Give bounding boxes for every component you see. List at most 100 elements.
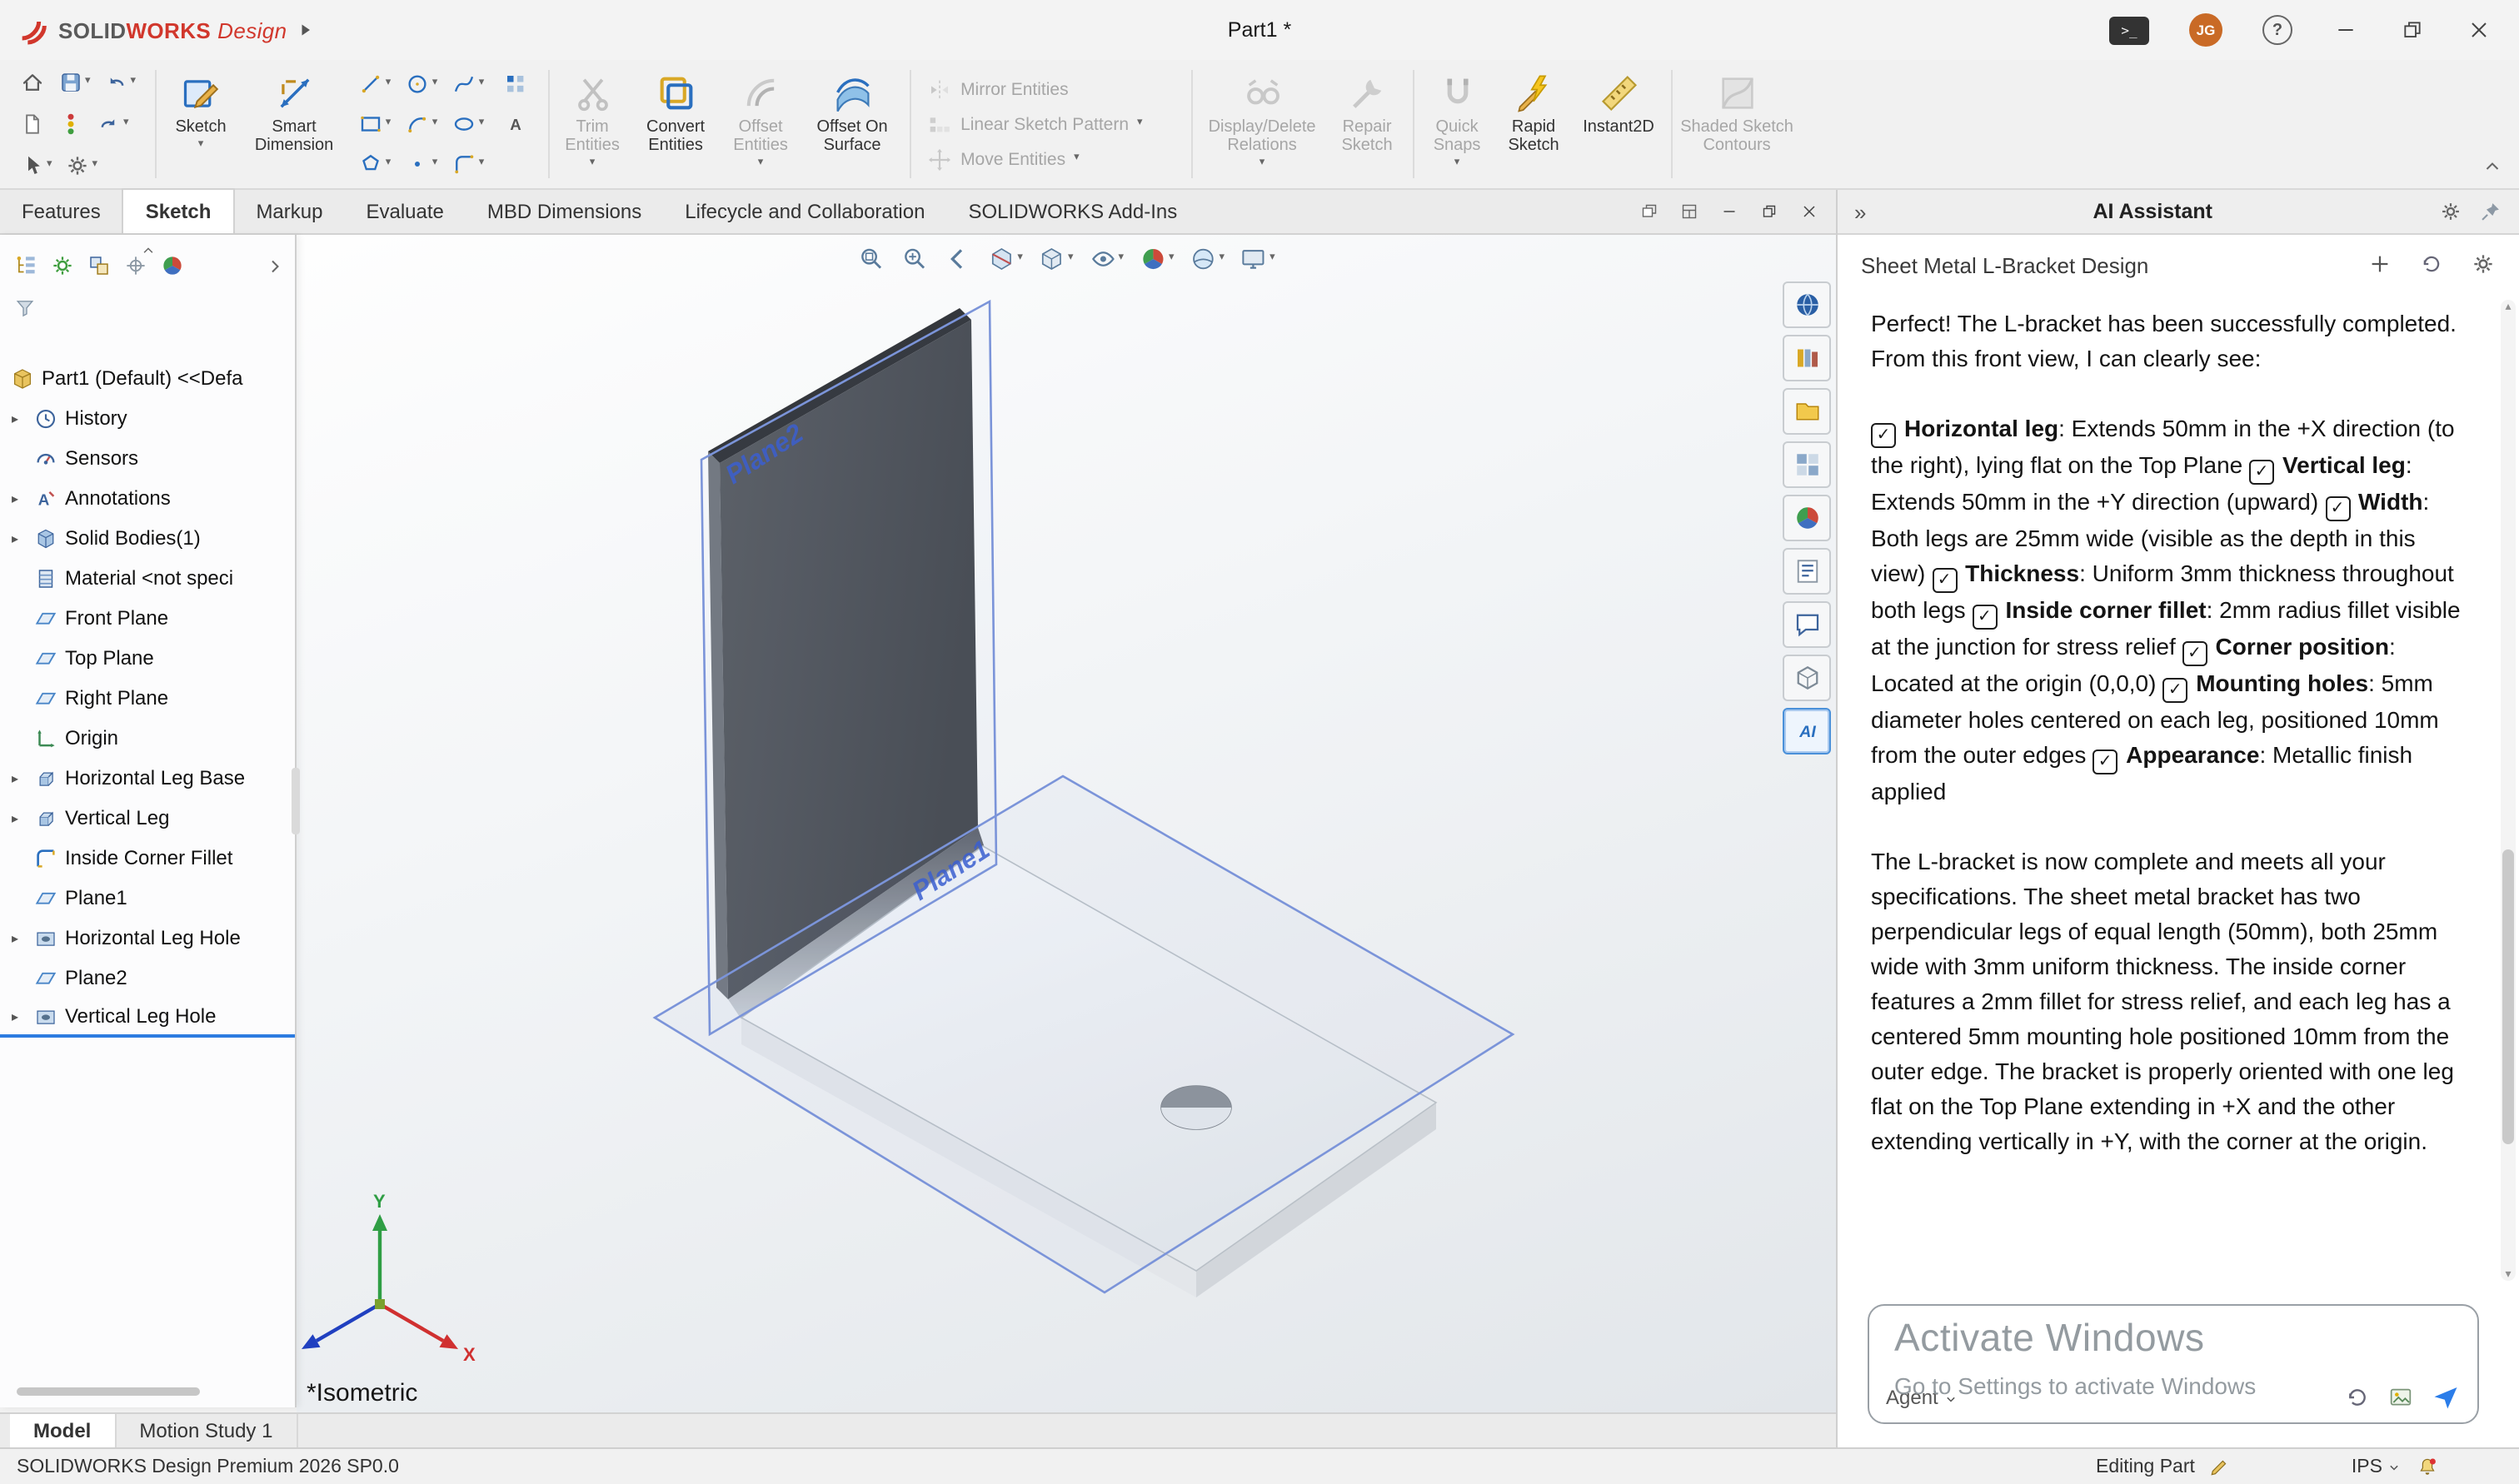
tab-features[interactable]: Features bbox=[0, 190, 122, 233]
smart-dimension-button[interactable]: Smart Dimension bbox=[241, 63, 347, 185]
polygon-tool-button[interactable]: ▾ bbox=[352, 144, 397, 184]
tree-item-vertical-leg-hole[interactable]: ▸Vertical Leg Hole bbox=[0, 998, 295, 1038]
tree-item-material-not-speci[interactable]: Material <not speci bbox=[0, 558, 295, 598]
zoom-area-button[interactable] bbox=[900, 245, 929, 273]
point-tool-tool-button[interactable]: ▾ bbox=[399, 144, 444, 184]
view-settings-button[interactable]: ▾ bbox=[1240, 245, 1275, 273]
redo-button[interactable]: ▾ bbox=[97, 112, 129, 137]
flyout-arrow-icon[interactable] bbox=[296, 15, 316, 45]
undo-button[interactable]: ▾ bbox=[104, 70, 137, 95]
expand-arrow-icon[interactable]: ▸ bbox=[12, 810, 18, 825]
configmgr-tab[interactable] bbox=[87, 251, 112, 281]
tree-item-annotations[interactable]: ▸AAnnotations bbox=[0, 478, 295, 518]
shaded-sketch-contours-button[interactable]: Shaded Sketch Contours bbox=[1677, 63, 1797, 185]
zoom-fit-button[interactable] bbox=[857, 245, 885, 273]
tab-evaluate[interactable]: Evaluate bbox=[344, 190, 465, 233]
instant2d-button[interactable]: Instant2D bbox=[1572, 63, 1665, 185]
doc-cascade-button[interactable] bbox=[1639, 197, 1659, 227]
chat-history-button[interactable] bbox=[2419, 250, 2444, 280]
section-view-button[interactable]: ▾ bbox=[987, 245, 1023, 273]
notifications-button[interactable] bbox=[2416, 1455, 2439, 1478]
spline-tool-button[interactable]: ▾ bbox=[446, 64, 491, 104]
tree-item-sensors[interactable]: Sensors bbox=[0, 438, 295, 478]
expand-arrow-icon[interactable]: ▸ bbox=[12, 530, 18, 545]
move-entities-button[interactable]: Move Entities▾ bbox=[925, 146, 1175, 172]
tree-item-plane2[interactable]: Plane2 bbox=[0, 958, 295, 998]
design-library-tab[interactable] bbox=[1783, 335, 1831, 381]
text-tool-tool-button[interactable]: A bbox=[492, 104, 537, 144]
chat-settings-button[interactable] bbox=[2471, 250, 2496, 280]
ai-header-pin-button[interactable] bbox=[2479, 197, 2502, 227]
tree-item-history[interactable]: ▸History bbox=[0, 398, 295, 438]
tree-item-inside-corner-fillet[interactable]: Inside Corner Fillet bbox=[0, 838, 295, 878]
edit-document-button[interactable] bbox=[2208, 1455, 2232, 1478]
pattern-tool-button[interactable] bbox=[492, 64, 537, 104]
arc-tool-button[interactable]: ▾ bbox=[399, 104, 444, 144]
panel-splitter-handle[interactable] bbox=[292, 768, 300, 834]
fillet-tool-button[interactable]: ▾ bbox=[446, 144, 491, 184]
tree-item-origin[interactable]: Origin bbox=[0, 718, 295, 758]
panel-collapse-button[interactable]: » bbox=[1854, 199, 1866, 224]
tab-mbd-dimensions[interactable]: MBD Dimensions bbox=[466, 190, 663, 233]
ellipse-tool-button[interactable]: ▾ bbox=[446, 104, 491, 144]
ribbon-collapse-button[interactable] bbox=[2482, 152, 2502, 182]
forum-tab[interactable] bbox=[1783, 655, 1831, 701]
scroll-up-icon[interactable]: ▴ bbox=[2501, 300, 2516, 313]
rebuild-button[interactable] bbox=[58, 112, 83, 137]
new-chat-button[interactable] bbox=[2367, 250, 2392, 280]
ai-assistant-tab[interactable]: AI bbox=[1783, 708, 1831, 754]
expand-arrow-icon[interactable]: ▸ bbox=[12, 930, 18, 945]
hide-show-button[interactable]: ▾ bbox=[1088, 245, 1124, 273]
expand-arrow-icon[interactable]: ▸ bbox=[12, 1008, 18, 1023]
doc-close-button[interactable] bbox=[1799, 197, 1819, 227]
doc-tile-button[interactable] bbox=[1679, 197, 1699, 227]
minimize-button[interactable] bbox=[2332, 15, 2359, 45]
tree-horizontal-scrollbar[interactable] bbox=[17, 1387, 200, 1396]
tree-item-horizontal-leg-base[interactable]: ▸Horizontal Leg Base bbox=[0, 758, 295, 798]
tree-item-vertical-leg[interactable]: ▸Vertical Leg bbox=[0, 798, 295, 838]
display-style-button[interactable]: ▾ bbox=[1038, 245, 1074, 273]
options-button[interactable]: ▾ bbox=[66, 153, 98, 178]
tree-item-right-plane[interactable]: Right Plane bbox=[0, 678, 295, 718]
terminal-icon[interactable]: >_ bbox=[2109, 16, 2149, 44]
tab-lifecycle-and-collaboration[interactable]: Lifecycle and Collaboration bbox=[663, 190, 946, 233]
scrollbar-thumb[interactable] bbox=[2502, 849, 2514, 1143]
scene-button[interactable]: ▾ bbox=[1190, 245, 1225, 273]
tree-item-front-plane[interactable]: Front Plane bbox=[0, 598, 295, 638]
tree-item-solid-bodies-1[interactable]: ▸Solid Bodies(1) bbox=[0, 518, 295, 558]
doc-restore-button[interactable] bbox=[1759, 197, 1779, 227]
help-button[interactable]: ? bbox=[2262, 15, 2292, 45]
line-tool-button[interactable]: ▾ bbox=[352, 64, 397, 104]
send-button[interactable] bbox=[2431, 1382, 2461, 1412]
close-button[interactable] bbox=[2466, 15, 2492, 45]
tab-markup[interactable]: Markup bbox=[234, 190, 344, 233]
rapid-sketch-button[interactable]: Rapid Sketch bbox=[1495, 63, 1572, 185]
panel-expand-button[interactable] bbox=[265, 251, 285, 281]
tree-item-plane1[interactable]: Plane1 bbox=[0, 878, 295, 918]
unit-system-selector[interactable]: IPS bbox=[2352, 1457, 2402, 1477]
appearances-tab[interactable] bbox=[1783, 495, 1831, 541]
chat-input[interactable]: Agent bbox=[1868, 1304, 2479, 1424]
file-explorer-tab[interactable] bbox=[1783, 388, 1831, 435]
tree-item-top-plane[interactable]: Top Plane bbox=[0, 638, 295, 678]
screenshot-button[interactable] bbox=[2387, 1382, 2414, 1412]
view-palette-tab[interactable] bbox=[1783, 441, 1831, 488]
comments-tab[interactable] bbox=[1783, 601, 1831, 648]
sw-resources-tab[interactable] bbox=[1783, 281, 1831, 328]
display-delete-relations-button[interactable]: Display/Delete Relations▾ bbox=[1197, 63, 1327, 185]
viewport[interactable]: ▾▾▾▾▾▾ AI bbox=[297, 235, 1836, 1412]
tree-item-horizontal-leg-hole[interactable]: ▸Horizontal Leg Hole bbox=[0, 918, 295, 958]
tree-root[interactable]: Part1 (Default) <<Defa bbox=[0, 358, 295, 398]
expand-arrow-icon[interactable]: ▸ bbox=[12, 770, 18, 785]
select-button[interactable]: ▾ bbox=[20, 153, 52, 178]
convert-entities-button[interactable]: Convert Entities bbox=[631, 63, 721, 185]
rect-tool-button[interactable]: ▾ bbox=[352, 104, 397, 144]
propmgr-tab[interactable] bbox=[50, 251, 75, 281]
home-button[interactable] bbox=[20, 70, 45, 95]
doctab-motion-study-1[interactable]: Motion Study 1 bbox=[116, 1414, 297, 1447]
offset-on-surface-button[interactable]: Offset On Surface bbox=[801, 63, 904, 185]
displaymgr-tab[interactable] bbox=[160, 251, 185, 281]
avatar[interactable]: JG bbox=[2189, 13, 2222, 47]
filter-button[interactable] bbox=[13, 293, 37, 321]
repair-sketch-button[interactable]: Repair Sketch bbox=[1327, 63, 1407, 185]
